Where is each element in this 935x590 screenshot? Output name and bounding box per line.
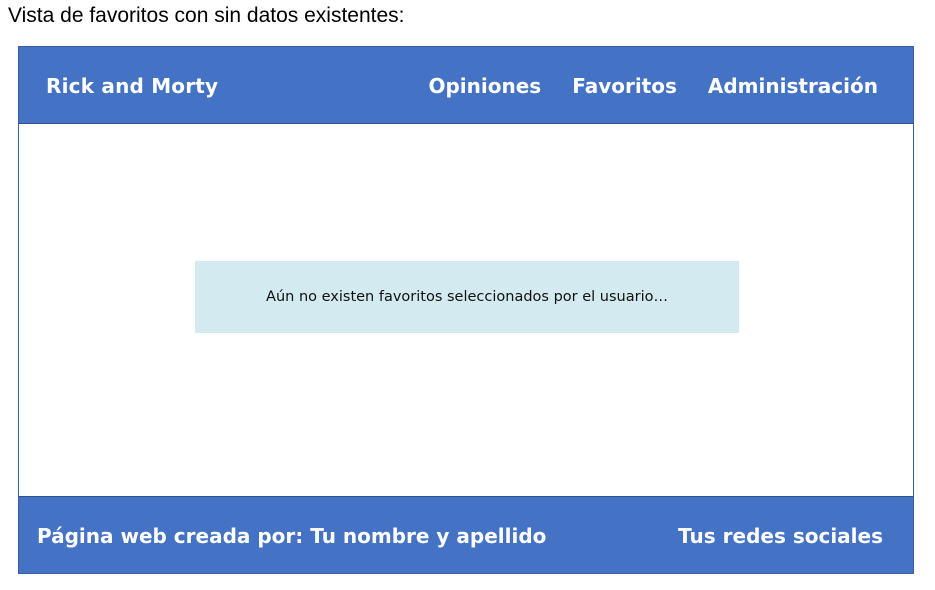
footer-social-link[interactable]: Tus redes sociales (678, 524, 883, 548)
site-brand[interactable]: Rick and Morty (46, 74, 218, 98)
empty-favorites-notice: Aún no existen favoritos seleccionados p… (195, 261, 739, 333)
site-footer: Página web creada por: Tu nombre y apell… (19, 496, 913, 573)
nav-item-administracion[interactable]: Administración (708, 74, 878, 98)
site-header: Rick and Morty Opiniones Favoritos Admin… (19, 47, 913, 124)
empty-favorites-message: Aún no existen favoritos seleccionados p… (266, 289, 668, 305)
nav-item-favoritos[interactable]: Favoritos (572, 74, 677, 98)
main-nav: Opiniones Favoritos Administración (428, 74, 878, 98)
page-caption: Vista de favoritos con sin datos existen… (8, 4, 405, 27)
nav-item-opiniones[interactable]: Opiniones (428, 74, 541, 98)
favorites-content: Aún no existen favoritos seleccionados p… (19, 124, 913, 497)
website-mockup: Rick and Morty Opiniones Favoritos Admin… (18, 46, 914, 574)
footer-credit: Página web creada por: Tu nombre y apell… (37, 524, 547, 548)
